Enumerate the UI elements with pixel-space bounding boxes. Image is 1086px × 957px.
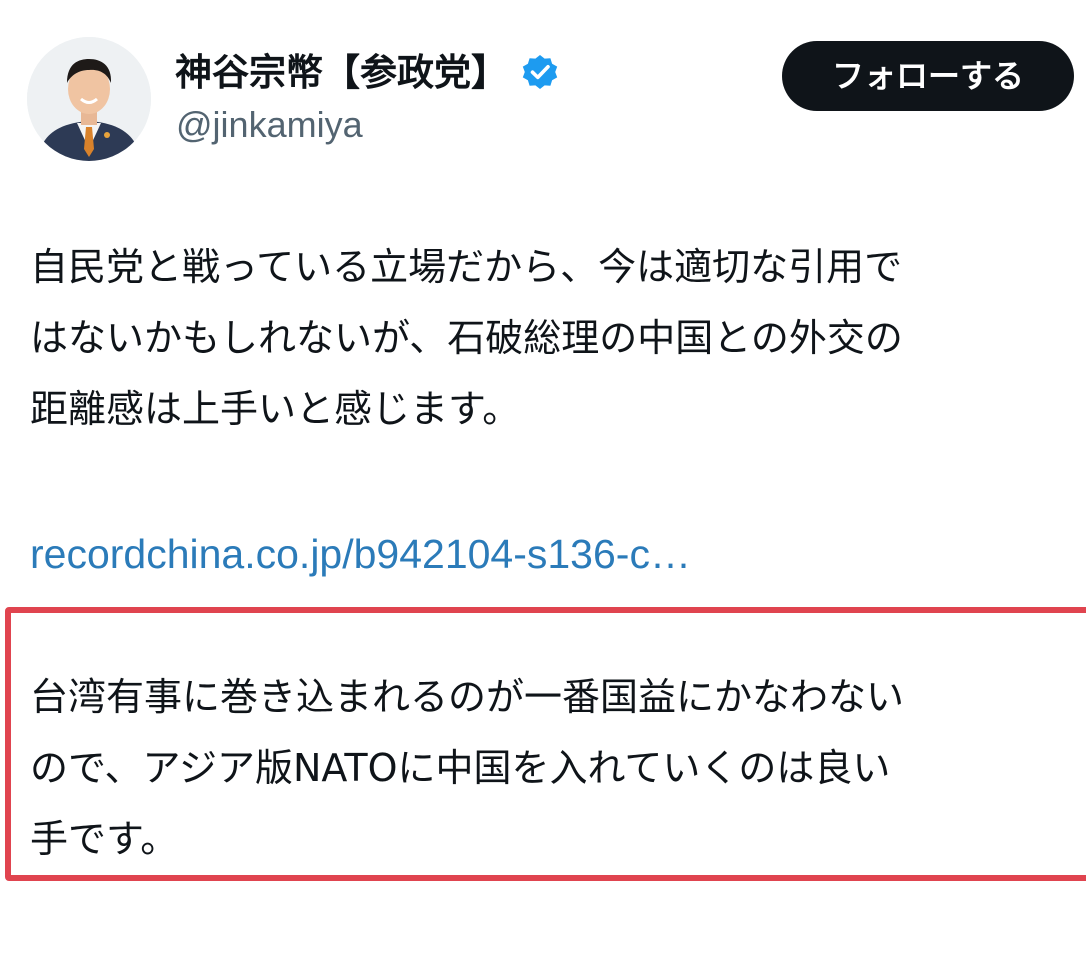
follow-button[interactable]: フォローする <box>782 41 1074 111</box>
tweet-text-line: 自民党と戦っている立場だから、今は適切な引用で <box>30 245 903 289</box>
verified-badge-icon <box>520 53 560 93</box>
highlighted-quote-line: ので、アジア版NATOに中国を入れていくのは良い <box>30 746 891 790</box>
article-link[interactable]: recordchina.co.jp/b942104-s136-c… <box>30 526 691 582</box>
highlighted-quote-line: 手です。 <box>30 817 179 861</box>
highlighted-quote-line: 台湾有事に巻き込まれるのが一番国益にかなわない <box>30 675 905 719</box>
highlighted-quote: 台湾有事に巻き込まれるのが一番国益にかなわない ので、アジア版NATOに中国を入… <box>30 662 1070 875</box>
tweet-text-line: 距離感は上手いと感じます。 <box>30 387 521 431</box>
author-handle[interactable]: @jinkamiya <box>176 103 363 147</box>
author-display-name[interactable]: 神谷宗幣【参政党】 <box>175 49 508 97</box>
tweet-text: 自民党と戦っている立場だから、今は適切な引用で はないかもしれないが、石破総理の… <box>30 232 1070 445</box>
avatar[interactable] <box>27 37 151 161</box>
author-name-row: 神谷宗幣【参政党】 <box>175 49 560 97</box>
profile-photo <box>27 37 151 161</box>
tweet-text-line: はないかもしれないが、石破総理の中国との外交の <box>30 316 903 360</box>
